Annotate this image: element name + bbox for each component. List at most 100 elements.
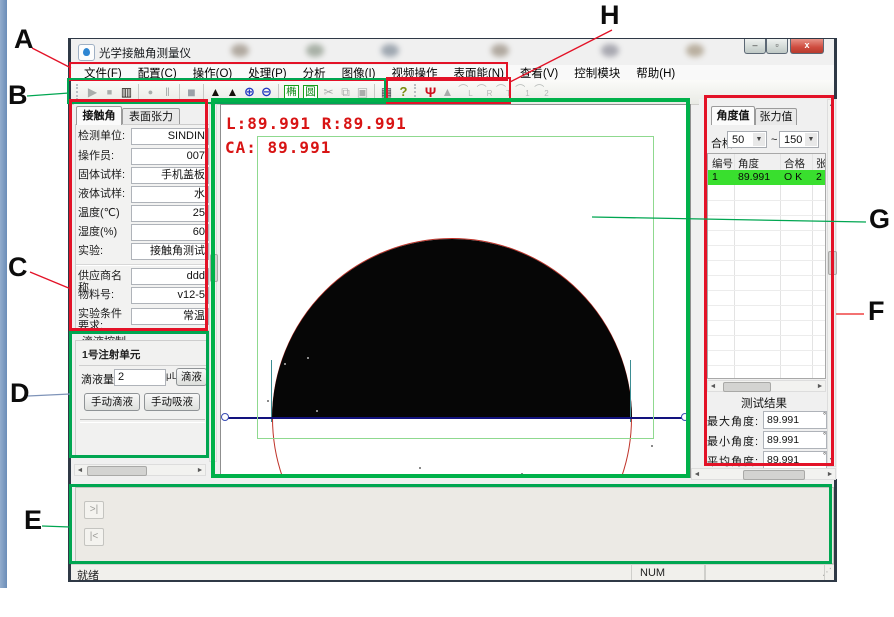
avg-angle-field[interactable]: 89.991 — [763, 451, 827, 469]
pass-min-combobox[interactable]: 50 ▼ — [727, 131, 767, 148]
pause-icon[interactable]: ‖ — [160, 83, 175, 101]
crosshair-icon[interactable]: ⊕ — [242, 83, 257, 101]
menu-analysis[interactable]: 分析 — [295, 65, 334, 81]
baseline-right-handle[interactable] — [681, 413, 689, 421]
tab-angle-values[interactable]: 角度值 — [711, 106, 755, 125]
field-label: 实验: — [78, 245, 130, 257]
step-back-button[interactable]: |< — [84, 528, 104, 546]
paste-icon[interactable]: ▣ — [355, 83, 370, 101]
toolbar-grip[interactable] — [76, 84, 82, 100]
manual-aspirate-button[interactable]: 手动吸液 — [144, 393, 200, 411]
field-label: 湿度(%) — [78, 226, 130, 238]
table-row — [708, 260, 826, 276]
angle-2-icon[interactable]: ⌒2 — [533, 82, 550, 103]
toolbar-grip-2[interactable] — [414, 84, 420, 100]
angle-left-icon[interactable]: ⌒L — [457, 82, 474, 103]
baseline-icon[interactable]: ⊖ — [259, 83, 274, 101]
range-tilde: ~ — [771, 134, 777, 146]
left-right-angle-readout: L:89.991 R:89.991 — [226, 114, 407, 133]
detect-unit-field[interactable]: SINDIN — [131, 128, 209, 145]
results-hscroll-thumb[interactable] — [743, 470, 805, 480]
menu-video[interactable]: 视频操作 — [383, 65, 445, 81]
cut-icon[interactable]: ✂ — [321, 83, 336, 101]
left-panel-hscroll-thumb[interactable] — [87, 466, 147, 476]
solid-sample-field[interactable]: 手机盖板 — [131, 167, 209, 184]
operator-field[interactable]: 007 — [131, 148, 209, 165]
condition-field[interactable]: 常温 — [131, 308, 209, 325]
step-forward-button[interactable]: >| — [84, 501, 104, 519]
chevron-down-icon[interactable]: ▼ — [805, 133, 817, 146]
annotation-letter-H: H — [600, 0, 620, 31]
ellipse-fit-icon[interactable]: 椭 — [284, 85, 299, 100]
chevron-down-icon[interactable]: ▼ — [753, 133, 765, 146]
menu-surface-energy[interactable]: 表面能(N) — [445, 65, 511, 81]
status-text: 就绪 — [77, 567, 99, 583]
circle-fit-icon[interactable]: 圆 — [303, 85, 318, 100]
results-vscroll-thumb[interactable]: ≡ — [828, 251, 837, 275]
menu-config[interactable]: 配置(C) — [130, 65, 185, 81]
maximize-button[interactable]: ▫ — [766, 39, 788, 54]
results-vscrollbar[interactable]: ▲ ▼ — [827, 99, 836, 467]
left-panel-vscroll-thumb[interactable] — [210, 254, 218, 282]
min-angle-field[interactable]: 89.991 — [763, 431, 827, 449]
menu-process[interactable]: 处理(P) — [240, 65, 294, 81]
pendant-drop-icon[interactable]: ▲ — [225, 83, 240, 101]
humidity-field[interactable]: 60 — [131, 224, 209, 241]
group-separator — [76, 264, 207, 266]
drop-gray-icon[interactable]: ▲ — [440, 83, 455, 101]
experiment-field[interactable]: 接触角测试 — [131, 243, 209, 260]
menu-help[interactable]: 帮助(H) — [628, 65, 683, 81]
tab-surface-tension[interactable]: 表面张力 — [122, 108, 180, 125]
play-icon[interactable]: ▶ — [85, 83, 100, 101]
table-row — [708, 245, 826, 261]
volume-label: 滴液量 — [81, 371, 114, 387]
table-hscroll-thumb[interactable] — [723, 382, 771, 392]
menu-image[interactable]: 图像(I) — [334, 65, 384, 81]
left-panel-vscrollbar[interactable] — [209, 104, 217, 462]
copy-icon[interactable]: ⧉ — [338, 83, 353, 101]
angle-results-table[interactable]: 编号 角度 合格 张 1 89.991 O K 2 — [707, 153, 826, 379]
baseline-left-handle[interactable] — [221, 413, 229, 421]
drop-control-groupbox: 1号注射单元 滴液量 2 μL 滴液 手动滴液 手动吸液 — [75, 340, 210, 456]
supplier-field[interactable]: ddd — [131, 268, 209, 285]
dispense-button[interactable]: 滴液 — [176, 368, 207, 386]
resize-grip-icon[interactable]: ⋰ — [822, 567, 832, 578]
table-row — [708, 185, 826, 201]
tab-contact-angle[interactable]: 接触角 — [76, 106, 122, 125]
roi-rectangle[interactable] — [257, 136, 654, 439]
angle-1-icon[interactable]: ⌒1 — [514, 82, 531, 103]
table-row — [708, 320, 826, 336]
stop-capture-icon[interactable]: ■ — [184, 83, 199, 101]
record-icon[interactable]: ● — [143, 83, 158, 101]
print-icon[interactable]: ▦ — [379, 83, 394, 101]
close-button[interactable]: x — [790, 39, 824, 54]
volume-input[interactable]: 2 — [114, 369, 166, 386]
pass-max-combobox[interactable]: 150 ▼ — [779, 131, 819, 148]
capture-device-icon[interactable]: ▥ — [119, 83, 134, 101]
temperature-field[interactable]: 25 — [131, 205, 209, 222]
window-title: 光学接触角测量仪 — [99, 45, 191, 61]
sessile-drop-icon[interactable]: ▲ — [208, 83, 223, 101]
manual-dispense-button[interactable]: 手动滴液 — [84, 393, 140, 411]
results-panel: 角度值 张力值 合格 50 ▼ ~ 150 ▼ 编号 角度 合格 张 — [699, 99, 837, 479]
table-row-1[interactable]: 1 89.991 O K 2 — [708, 170, 826, 185]
minimize-button[interactable]: – — [744, 39, 766, 54]
angle-right-icon[interactable]: ⌒R — [476, 82, 493, 103]
dispense-hand-icon[interactable]: Ψ — [423, 83, 438, 101]
title-bar[interactable]: 光学接触角测量仪 – ▫ x — [71, 39, 834, 66]
angle-top-icon[interactable]: ⌒T — [495, 82, 512, 103]
menu-file[interactable]: 文件(F) — [76, 65, 130, 81]
menu-control-module[interactable]: 控制模块 — [566, 65, 628, 81]
max-angle-field[interactable]: 89.991 — [763, 411, 827, 429]
stop-icon[interactable]: ■ — [102, 83, 117, 101]
help-icon[interactable]: ? — [396, 83, 411, 101]
menu-operate[interactable]: 操作(O) — [185, 65, 241, 81]
material-no-field[interactable]: v12-5 — [131, 287, 209, 304]
table-row — [708, 365, 826, 379]
contact-angle-readout: CA: 89.991 — [225, 138, 331, 157]
menu-view[interactable]: 查看(V) — [512, 65, 566, 81]
tab-tension-values[interactable]: 张力值 — [755, 108, 797, 125]
drop-image-view[interactable]: L:89.991 R:89.991 CA: 89.991 — [220, 104, 691, 478]
liquid-sample-field[interactable]: 水 — [131, 186, 209, 203]
injection-unit-tab[interactable]: 1号注射单元 — [82, 347, 140, 362]
